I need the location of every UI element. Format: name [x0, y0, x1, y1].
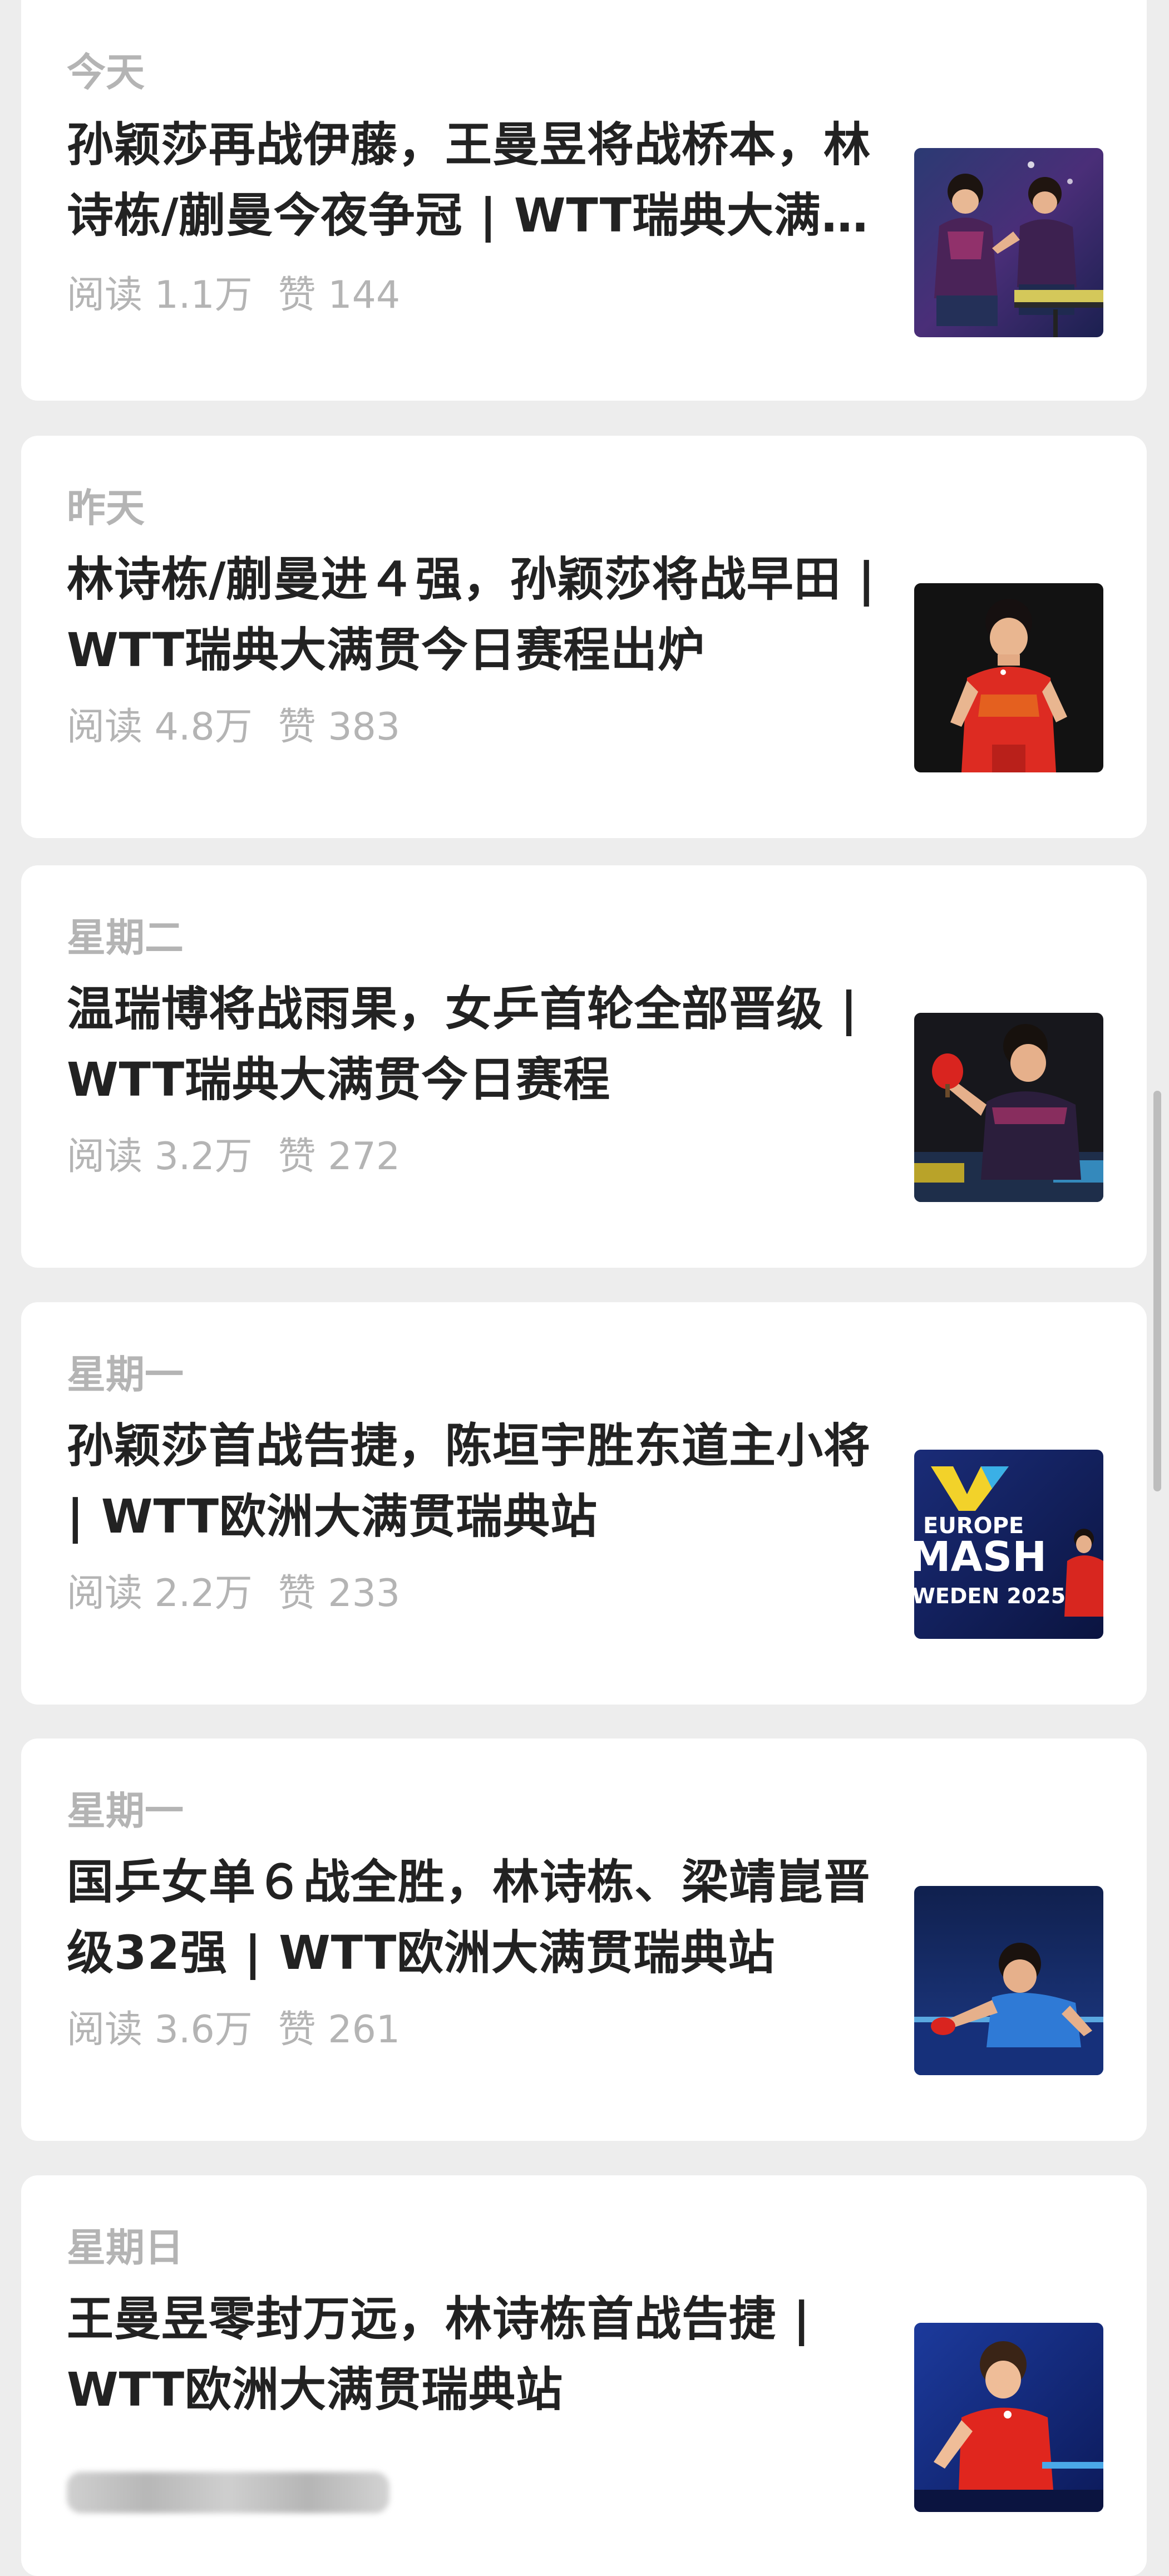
- article-date: 星期一: [67, 1788, 184, 1834]
- read-count: 阅读 2.2万: [67, 1572, 253, 1615]
- player-red-shirt-image: [914, 583, 1103, 772]
- article-stats: 阅读 3.2万赞 272: [67, 1138, 400, 1176]
- article-date: 星期日: [67, 2225, 184, 2270]
- read-count: 阅读 1.1万: [67, 273, 253, 317]
- article-card[interactable]: 星期日 王曼昱零封万远，林诗栋首战告捷 | WTT欧洲大满贯瑞典站: [21, 2175, 1147, 2576]
- article-card[interactable]: 星期一 孙颖莎首战告捷，陈垣宇胜东道主小将 | WTT欧洲大满贯瑞典站 阅读 2…: [21, 1302, 1147, 1705]
- like-count: 赞 233: [278, 1572, 401, 1615]
- europe-smash-poster-image: EUROPE MASH WEDEN 2025: [914, 1450, 1103, 1639]
- article-stats: 阅读 1.1万赞 144: [67, 277, 400, 314]
- article-title[interactable]: 王曼昱零封万远，林诗栋首战告捷 | WTT欧洲大满贯瑞典站: [67, 2284, 885, 2425]
- player-blue-shirt-image: [914, 1886, 1103, 2075]
- article-card[interactable]: 今天 孙颖莎再战伊藤，王曼昱将战桥本，林诗栋/蒯曼今夜争冠 | WTT瑞典大满贯…: [21, 0, 1147, 401]
- article-stats: 阅读 4.8万赞 383: [67, 708, 400, 746]
- article-stats: 阅读 3.6万赞 261: [67, 2011, 400, 2049]
- article-title[interactable]: 温瑞博将战雨果，女乒首轮全部晋级 | WTT瑞典大满贯今日赛程: [67, 974, 885, 1115]
- article-thumbnail[interactable]: [914, 148, 1103, 337]
- article-card[interactable]: 星期一 国乒女单６战全胜，林诗栋、梁靖崑晋级32强 | WTT欧洲大满贯瑞典站 …: [21, 1738, 1147, 2141]
- article-title[interactable]: 国乒女单６战全胜，林诗栋、梁靖崑晋级32强 | WTT欧洲大满贯瑞典站: [67, 1847, 885, 1988]
- article-date: 星期一: [67, 1352, 184, 1397]
- article-title[interactable]: 孙颖莎再战伊藤，王曼昱将战桥本，林诗栋/蒯曼今夜争冠 | WTT瑞典大满贯今日赛…: [67, 110, 885, 251]
- article-thumbnail[interactable]: [914, 1013, 1103, 1202]
- player-red-shirt-blue-background-image: [914, 2323, 1103, 2512]
- article-title[interactable]: 孙颖莎首战告捷，陈垣宇胜东道主小将 | WTT欧洲大满贯瑞典站: [67, 1411, 885, 1552]
- article-thumbnail[interactable]: [914, 2323, 1103, 2512]
- article-date: 昨天: [67, 485, 145, 531]
- like-count: 赞 272: [278, 1135, 401, 1179]
- article-card[interactable]: 昨天 林诗栋/蒯曼进４强，孙颖莎将战早田 | WTT瑞典大满贯今日赛程出炉 阅读…: [21, 436, 1147, 838]
- like-count: 赞 144: [278, 273, 401, 317]
- article-thumbnail[interactable]: EUROPE MASH WEDEN 2025: [914, 1450, 1103, 1639]
- poster-line-3: WEDEN 2025: [914, 1584, 1066, 1608]
- read-count: 阅读 4.8万: [67, 705, 253, 749]
- article-title[interactable]: 林诗栋/蒯曼进４强，孙颖莎将战早田 | WTT瑞典大满贯今日赛程出炉: [67, 544, 885, 686]
- article-stats: 阅读 2.2万赞 233: [67, 1575, 400, 1613]
- read-count: 阅读 3.6万: [67, 2008, 253, 2052]
- article-card[interactable]: 星期二 温瑞博将战雨果，女乒首轮全部晋级 | WTT瑞典大满贯今日赛程 阅读 3…: [21, 865, 1147, 1268]
- doubles-players-image: [914, 148, 1103, 337]
- article-date: 今天: [67, 50, 145, 95]
- article-feed: 今天 孙颖莎再战伊藤，王曼昱将战桥本，林诗栋/蒯曼今夜争冠 | WTT瑞典大满贯…: [0, 0, 1169, 2576]
- poster-line-2: MASH: [914, 1533, 1047, 1581]
- article-thumbnail[interactable]: [914, 583, 1103, 772]
- like-count: 赞 383: [278, 705, 401, 749]
- scrollbar[interactable]: [1153, 1091, 1161, 1491]
- player-serving-image: [914, 1013, 1103, 1202]
- read-count: 阅读 3.2万: [67, 1135, 253, 1179]
- article-date: 星期二: [67, 915, 184, 961]
- article-stats-blurred: [67, 2472, 389, 2513]
- like-count: 赞 261: [278, 2008, 401, 2052]
- article-thumbnail[interactable]: [914, 1886, 1103, 2075]
